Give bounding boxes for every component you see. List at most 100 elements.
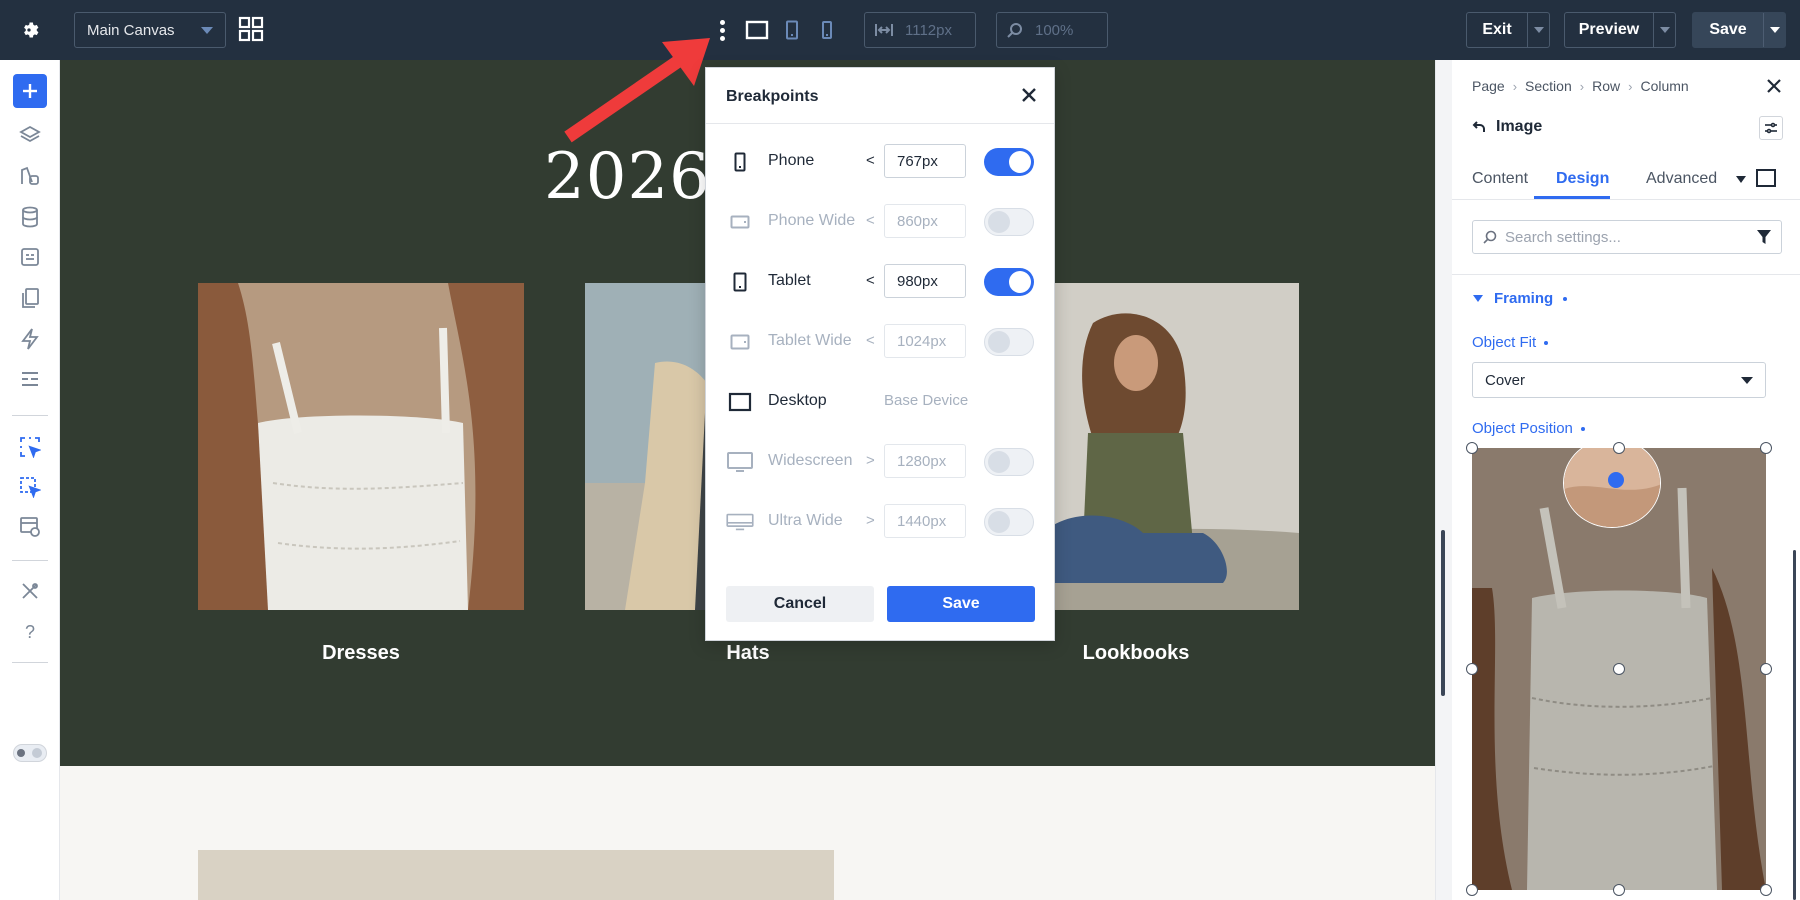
database-icon[interactable]	[13, 200, 47, 234]
element-options-icon[interactable]	[1759, 116, 1783, 140]
breakpoint-toggle[interactable]	[984, 268, 1034, 296]
modal-save-button[interactable]: Save	[887, 586, 1035, 622]
breadcrumb-page[interactable]: Page	[1472, 78, 1505, 94]
save-dropdown[interactable]	[1763, 13, 1785, 47]
resize-handle[interactable]	[1760, 663, 1772, 675]
resize-handle[interactable]	[1466, 442, 1478, 454]
templates-icon[interactable]	[13, 362, 47, 396]
breakpoint-name: Ultra Wide	[768, 512, 843, 529]
resize-handle[interactable]	[1466, 884, 1478, 896]
breadcrumb-column[interactable]: Column	[1640, 78, 1688, 94]
tablet-icon	[726, 269, 754, 295]
left-sidebar: ?	[0, 60, 60, 900]
breakpoint-value-input[interactable]: 1024px	[884, 324, 966, 358]
resize-handle[interactable]	[1613, 663, 1625, 675]
element-title: Image	[1472, 118, 1542, 136]
settings-gear-icon[interactable]	[12, 14, 46, 46]
theme-toggle[interactable]	[13, 744, 47, 762]
object-fit-value: Cover	[1485, 371, 1526, 389]
sidebar-divider	[12, 415, 48, 416]
resize-handle[interactable]	[1760, 884, 1772, 896]
preview-button[interactable]: Preview	[1564, 12, 1676, 48]
object-fit-select[interactable]: Cover	[1472, 362, 1766, 398]
exit-dropdown[interactable]	[1527, 13, 1549, 47]
tab-design[interactable]: Design	[1556, 170, 1609, 188]
desktop-view-icon[interactable]	[744, 16, 770, 44]
cancel-button[interactable]: Cancel	[726, 586, 874, 622]
breakpoint-toggle[interactable]	[984, 328, 1034, 356]
close-icon[interactable]	[1018, 84, 1040, 106]
focal-point-marker[interactable]	[1608, 472, 1624, 488]
breadcrumb-section[interactable]: Section	[1525, 78, 1572, 94]
save-button[interactable]: Save	[1692, 12, 1786, 48]
sidebar-divider	[12, 662, 48, 663]
resize-handle[interactable]	[1760, 442, 1772, 454]
modal-header: Breakpoints	[706, 68, 1054, 124]
breakpoint-value-input[interactable]: 1280px	[884, 444, 966, 478]
panel-resize-strip[interactable]	[1436, 60, 1452, 900]
phone-icon	[726, 149, 754, 175]
breakpoint-toggle[interactable]	[984, 448, 1034, 476]
breadcrumb-row[interactable]: Row	[1592, 78, 1620, 94]
modified-dot	[1544, 340, 1549, 345]
search-icon	[1007, 23, 1022, 38]
breakpoint-name: Widescreen	[768, 452, 853, 469]
tools-icon[interactable]	[13, 574, 47, 608]
pages-icon[interactable]	[13, 281, 47, 315]
widescreen-icon	[726, 449, 754, 475]
breakpoint-value-input[interactable]: 767px	[884, 144, 966, 178]
breakpoint-toggle[interactable]	[984, 208, 1034, 236]
grid-layout-icon[interactable]	[238, 16, 266, 44]
zoom-field[interactable]: 100%	[996, 12, 1108, 48]
breakpoint-name: Desktop	[768, 392, 827, 409]
chevron-down-icon[interactable]	[1736, 176, 1746, 183]
close-panel-icon[interactable]	[1764, 76, 1784, 96]
preview-layout-icon[interactable]	[13, 510, 47, 544]
breakpoint-operator: <	[866, 332, 875, 349]
panel-scrollbar[interactable]	[1793, 550, 1796, 900]
breakpoint-value-input[interactable]: 1440px	[884, 504, 966, 538]
resize-handle[interactable]	[1466, 663, 1478, 675]
breakpoint-name: Phone Wide	[768, 212, 856, 229]
breakpoint-value-input[interactable]: 860px	[884, 204, 966, 238]
canvas-select[interactable]: Main Canvas	[74, 12, 226, 48]
back-arrow-icon[interactable]	[1472, 120, 1486, 134]
top-toolbar: Main Canvas 1112px 100% Exit Preview Sav…	[0, 0, 1800, 60]
select-pointer-icon[interactable]	[13, 430, 47, 464]
tab-content[interactable]: Content	[1472, 170, 1528, 188]
search-placeholder: Search settings...	[1505, 228, 1621, 246]
styles-icon[interactable]	[13, 159, 47, 193]
breakpoint-toggle[interactable]	[984, 148, 1034, 176]
tablet-view-icon[interactable]	[782, 16, 802, 44]
resize-handle[interactable]	[1613, 442, 1625, 454]
breakpoint-row-widescreen: Widescreen > 1280px	[706, 432, 1056, 492]
multi-select-icon[interactable]	[13, 470, 47, 504]
interactions-bolt-icon[interactable]	[13, 322, 47, 356]
filter-icon[interactable]	[1757, 229, 1771, 245]
lower-section-image[interactable]	[198, 850, 834, 900]
breakpoint-value-input[interactable]: 980px	[884, 264, 966, 298]
resize-handle[interactable]	[1613, 884, 1625, 896]
breakpoint-name: Tablet	[768, 272, 811, 289]
tab-advanced[interactable]: Advanced	[1646, 170, 1717, 188]
framing-section-toggle[interactable]: Framing	[1472, 290, 1568, 307]
exit-button[interactable]: Exit	[1466, 12, 1550, 48]
phone-wide-icon	[726, 209, 754, 235]
device-desktop-icon[interactable]	[1756, 169, 1776, 187]
components-icon[interactable]	[13, 240, 47, 274]
phone-view-icon[interactable]	[817, 16, 837, 44]
settings-search-input[interactable]: Search settings...	[1472, 220, 1782, 254]
section-divider	[1452, 274, 1800, 275]
layers-icon[interactable]	[13, 118, 47, 152]
canvas-width-field[interactable]: 1112px	[864, 12, 976, 48]
save-label: Save	[1709, 21, 1747, 38]
modified-dot	[1580, 426, 1585, 431]
card-label-hats: Hats	[726, 642, 770, 664]
add-element-icon[interactable]	[13, 74, 47, 108]
breakpoint-toggle[interactable]	[984, 508, 1034, 536]
chevron-down-icon	[201, 26, 213, 34]
dresses-image[interactable]	[198, 283, 524, 610]
scrollbar[interactable]	[1441, 530, 1445, 696]
preview-dropdown[interactable]	[1653, 13, 1675, 47]
help-icon[interactable]: ?	[13, 615, 47, 649]
